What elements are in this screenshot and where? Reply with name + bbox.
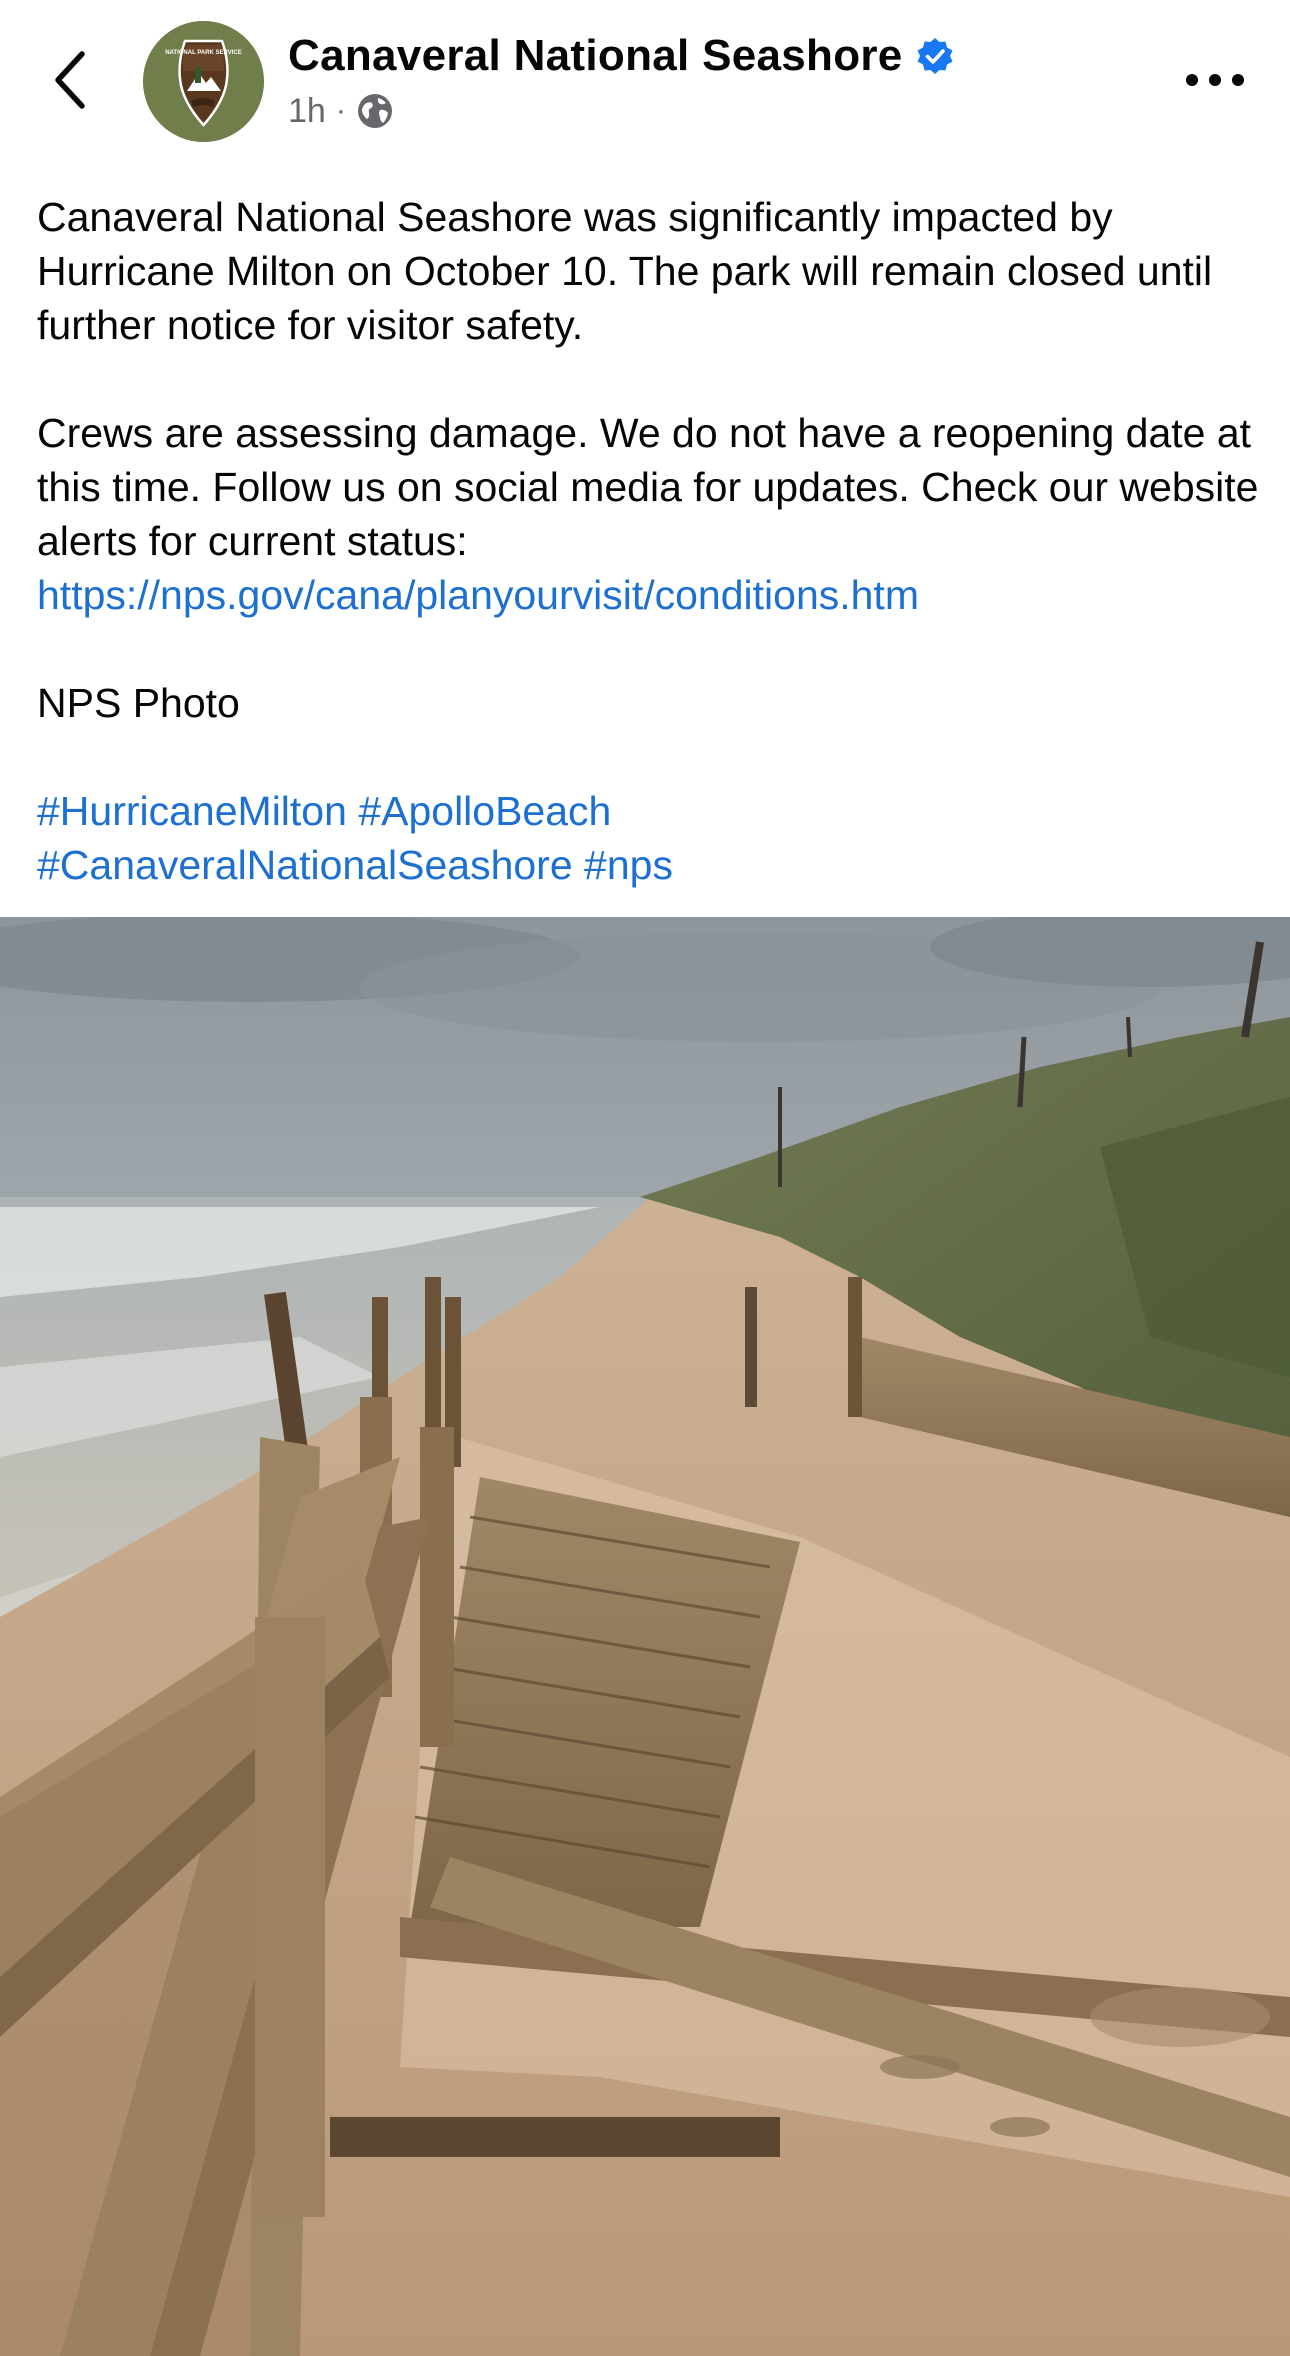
verified-badge-icon	[917, 38, 953, 74]
post-paragraph: Crews are assessing damage. We do not ha…	[37, 406, 1262, 622]
svg-text:NATIONAL PARK SERVICE: NATIONAL PARK SERVICE	[165, 50, 242, 56]
hashtag-link[interactable]: #HurricaneMilton	[37, 788, 347, 834]
nps-arrowhead-logo: NATIONAL PARK SERVICE	[143, 21, 264, 142]
avatar[interactable]: NATIONAL PARK SERVICE	[143, 21, 264, 142]
hashtag-link[interactable]: #nps	[584, 842, 673, 888]
post-photo[interactable]	[0, 917, 1290, 2356]
hashtag-link[interactable]: #ApolloBeach	[358, 788, 611, 834]
photo-credit: NPS Photo	[37, 680, 240, 726]
chevron-left-icon	[55, 51, 85, 109]
post-paragraph: Canaveral National Seashore was signific…	[37, 194, 1213, 348]
hashtags: #HurricaneMilton #ApolloBeach #CanaveralN…	[37, 784, 1262, 892]
post-view: NATIONAL PARK SERVICE Canaveral National…	[0, 0, 1290, 2356]
more-horizontal-icon	[1186, 74, 1244, 86]
post-header: NATIONAL PARK SERVICE Canaveral National…	[0, 0, 1290, 165]
more-options-button[interactable]	[1180, 55, 1250, 105]
page-name-row: Canaveral National Seashore	[288, 26, 955, 86]
conditions-link[interactable]: https://nps.gov/cana/planyourvisit/condi…	[37, 572, 919, 618]
post-meta: 1h ·	[288, 88, 394, 134]
page-name[interactable]: Canaveral National Seashore	[288, 31, 903, 81]
meta-separator: ·	[335, 94, 346, 127]
hashtag-link[interactable]: #CanaveralNationalSeashore	[37, 842, 573, 888]
post-timestamp[interactable]: 1h	[288, 92, 326, 131]
back-button[interactable]	[40, 40, 100, 120]
post-body: Canaveral National Seashore was signific…	[37, 190, 1262, 892]
globe-icon	[357, 94, 392, 128]
post-paragraph-text: Crews are assessing damage. We do not ha…	[37, 410, 1259, 564]
